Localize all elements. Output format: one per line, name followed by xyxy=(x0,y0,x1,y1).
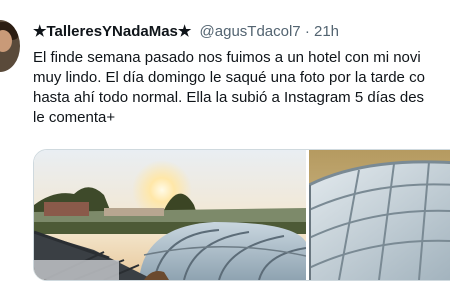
display-name[interactable]: ★TalleresYNadaMas★ xyxy=(33,23,191,40)
tweet-text-line: le comenta+ xyxy=(33,109,116,126)
avatar[interactable] xyxy=(0,20,20,72)
tweet-media xyxy=(33,149,450,281)
photo-sunset-dome[interactable] xyxy=(34,150,306,280)
tweet-header: ★TalleresYNadaMas★ @agusTdacol7 · 21h xyxy=(33,23,339,41)
separator-dot: · xyxy=(304,23,310,40)
tweet-text-line: El finde semana pasado nos fuimos a un h… xyxy=(33,49,421,66)
tweet-text-line: hasta ahí todo normal. Ella la subió a I… xyxy=(33,89,425,106)
user-handle[interactable]: @agusTdacol7 xyxy=(200,23,301,40)
tweet-timestamp[interactable]: 21h xyxy=(314,23,339,40)
tweet-text-line: muy lindo. El día domingo le saqué una f… xyxy=(33,69,425,86)
tweet-text: El finde semana pasado nos fuimos a un h… xyxy=(33,48,450,128)
photo-dome-closeup[interactable] xyxy=(309,150,450,280)
